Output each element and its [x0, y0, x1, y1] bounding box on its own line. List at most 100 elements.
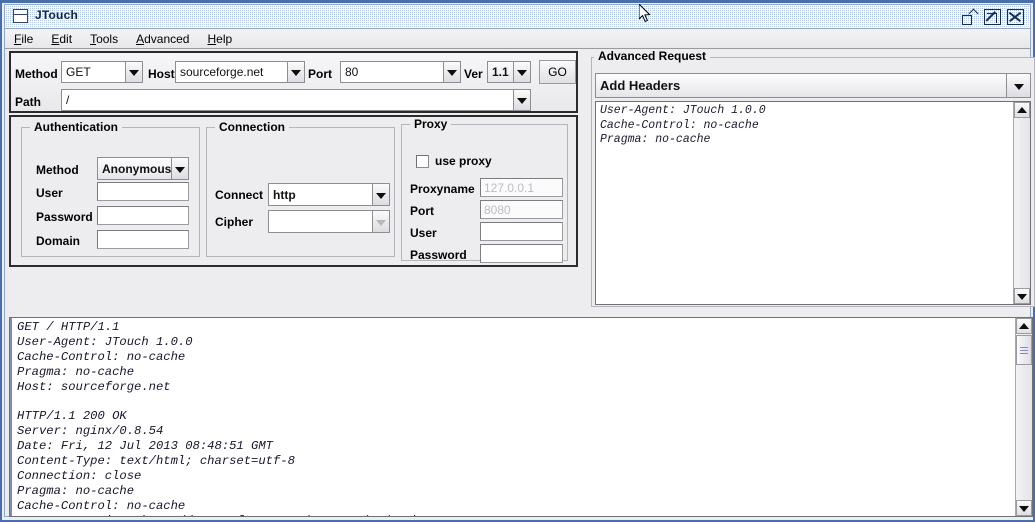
- window-frame: JTouch File Edit Tools Advanced Help Met…: [0, 0, 1035, 522]
- auth-method-combo[interactable]: Anonymous: [97, 157, 189, 180]
- menu-rest-advanced: dvanced: [144, 31, 190, 46]
- ver-combo[interactable]: 1.1: [487, 61, 531, 83]
- menu-item-advanced[interactable]: Advanced: [127, 30, 198, 48]
- chevron-down-icon[interactable]: [372, 211, 389, 232]
- scroll-down-icon[interactable]: [1016, 500, 1032, 516]
- port-value: 80: [341, 62, 443, 82]
- proxy-password-label: Password: [410, 248, 467, 262]
- proxyname-value: 127.0.0.1: [484, 180, 535, 195]
- window-frame-inner: JTouch File Edit Tools Advanced Help Met…: [4, 4, 1035, 517]
- menu-rest-tools: ools: [96, 31, 119, 46]
- advanced-request-title: Advanced Request: [594, 49, 711, 63]
- add-headers-value: Add Headers: [596, 74, 1006, 97]
- request-bar: Method GET Host sourceforge.net Port 80 …: [9, 51, 578, 113]
- connection-group: Connection Connect http Cipher: [206, 120, 395, 257]
- auth-password-input[interactable]: [97, 206, 189, 225]
- proxyname-input[interactable]: 127.0.0.1: [480, 178, 563, 197]
- window-title: JTouch: [35, 8, 78, 22]
- use-proxy-checkbox[interactable]: [416, 154, 429, 168]
- path-label: Path: [15, 95, 42, 109]
- menu-mnemonic-advanced: A: [136, 31, 145, 46]
- close-button[interactable]: [1007, 9, 1024, 25]
- maximize-button[interactable]: [984, 9, 1001, 25]
- proxy-title: Proxy: [410, 117, 452, 131]
- connection-title: Connection: [215, 120, 289, 134]
- authentication-group: Authentication Method Anonymous User Pas…: [21, 120, 200, 257]
- auth-domain-label: Domain: [36, 234, 81, 248]
- port-combo[interactable]: 80: [340, 61, 461, 83]
- ver-label: Ver: [464, 67, 483, 81]
- go-button-label: GO: [548, 65, 567, 79]
- output-panel: GET / HTTP/1.1 User-Agent: JTouch 1.0.0 …: [9, 317, 1033, 517]
- headers-scrollbar[interactable]: [1013, 102, 1030, 304]
- proxy-password-input[interactable]: [480, 244, 563, 263]
- menu-item-edit[interactable]: Edit: [42, 30, 81, 48]
- cipher-combo[interactable]: [268, 210, 390, 233]
- authentication-title: Authentication: [30, 120, 122, 134]
- output-viewport[interactable]: GET / HTTP/1.1 User-Agent: JTouch 1.0.0 …: [10, 318, 1015, 516]
- chevron-down-icon[interactable]: [443, 62, 460, 82]
- method-value: GET: [62, 62, 125, 82]
- scroll-up-icon[interactable]: [1016, 318, 1032, 334]
- auth-user-label: User: [36, 186, 63, 200]
- headers-editor[interactable]: User-Agent: JTouch 1.0.0 Cache-Control: …: [595, 101, 1031, 305]
- chevron-down-icon[interactable]: [171, 158, 188, 179]
- port-label: Port: [308, 67, 332, 81]
- output-scroll-thumb[interactable]: [1016, 335, 1032, 365]
- host-label: Host: [148, 67, 175, 81]
- window-icon: [13, 9, 28, 23]
- restore-button[interactable]: [961, 9, 978, 25]
- scroll-up-icon[interactable]: [1014, 102, 1030, 118]
- connect-label: Connect: [215, 188, 263, 202]
- scroll-down-icon[interactable]: [1014, 288, 1030, 304]
- connect-combo[interactable]: http: [268, 183, 390, 206]
- settings-panel: Authentication Method Anonymous User Pas…: [9, 115, 578, 267]
- chevron-down-icon[interactable]: [125, 62, 142, 82]
- menu-bar: File Edit Tools Advanced Help: [5, 29, 1030, 49]
- window-buttons: [961, 9, 1024, 25]
- proxyname-label: Proxyname: [410, 182, 475, 196]
- auth-method-label: Method: [36, 163, 79, 177]
- chevron-down-icon[interactable]: [287, 62, 304, 82]
- chevron-down-icon[interactable]: [1006, 74, 1030, 97]
- proxy-user-label: User: [410, 226, 437, 240]
- output-scrollbar[interactable]: [1015, 318, 1032, 516]
- auth-password-label: Password: [36, 210, 93, 224]
- auth-user-input[interactable]: [97, 182, 189, 201]
- cipher-value: [269, 211, 372, 232]
- output-text[interactable]: GET / HTTP/1.1 User-Agent: JTouch 1.0.0 …: [12, 318, 1015, 516]
- proxy-port-value: 8080: [484, 202, 511, 217]
- menu-mnemonic-help: H: [207, 31, 217, 46]
- menu-item-help[interactable]: Help: [198, 30, 241, 48]
- application-window: JTouch File Edit Tools Advanced Help Met…: [0, 0, 1035, 522]
- proxy-user-input[interactable]: [480, 222, 563, 241]
- menu-item-tools[interactable]: Tools: [81, 30, 127, 48]
- cipher-label: Cipher: [215, 215, 254, 229]
- path-combo[interactable]: /: [61, 89, 531, 111]
- host-combo[interactable]: sourceforge.net: [175, 61, 305, 83]
- auth-domain-input[interactable]: [97, 230, 189, 249]
- menu-item-file[interactable]: File: [5, 30, 42, 48]
- chevron-down-icon[interactable]: [513, 90, 530, 110]
- chevron-down-icon[interactable]: [513, 62, 530, 82]
- path-value: /: [62, 90, 513, 110]
- advanced-request-group: Advanced Request Add Headers User-Agent:…: [591, 49, 1035, 307]
- proxy-port-input[interactable]: 8080: [480, 200, 563, 219]
- use-proxy-label: use proxy: [435, 154, 492, 168]
- proxy-group: Proxy use proxy Proxyname 127.0.0.1 Port…: [401, 117, 568, 263]
- menu-rest-edit: dit: [59, 31, 73, 46]
- method-combo[interactable]: GET: [61, 61, 143, 83]
- auth-method-value: Anonymous: [98, 158, 171, 179]
- title-bar[interactable]: JTouch: [5, 5, 1030, 29]
- host-value: sourceforge.net: [176, 62, 287, 82]
- use-proxy-row[interactable]: use proxy: [416, 154, 492, 168]
- method-label: Method: [15, 67, 58, 81]
- headers-text[interactable]: User-Agent: JTouch 1.0.0 Cache-Control: …: [596, 102, 1012, 304]
- connect-value: http: [269, 184, 372, 205]
- chevron-down-icon[interactable]: [372, 184, 389, 205]
- add-headers-combo[interactable]: Add Headers: [595, 73, 1031, 98]
- proxy-port-label: Port: [410, 204, 434, 218]
- menu-rest-help: elp: [216, 31, 233, 46]
- go-button[interactable]: GO: [539, 60, 576, 84]
- ver-value: 1.1: [488, 62, 513, 82]
